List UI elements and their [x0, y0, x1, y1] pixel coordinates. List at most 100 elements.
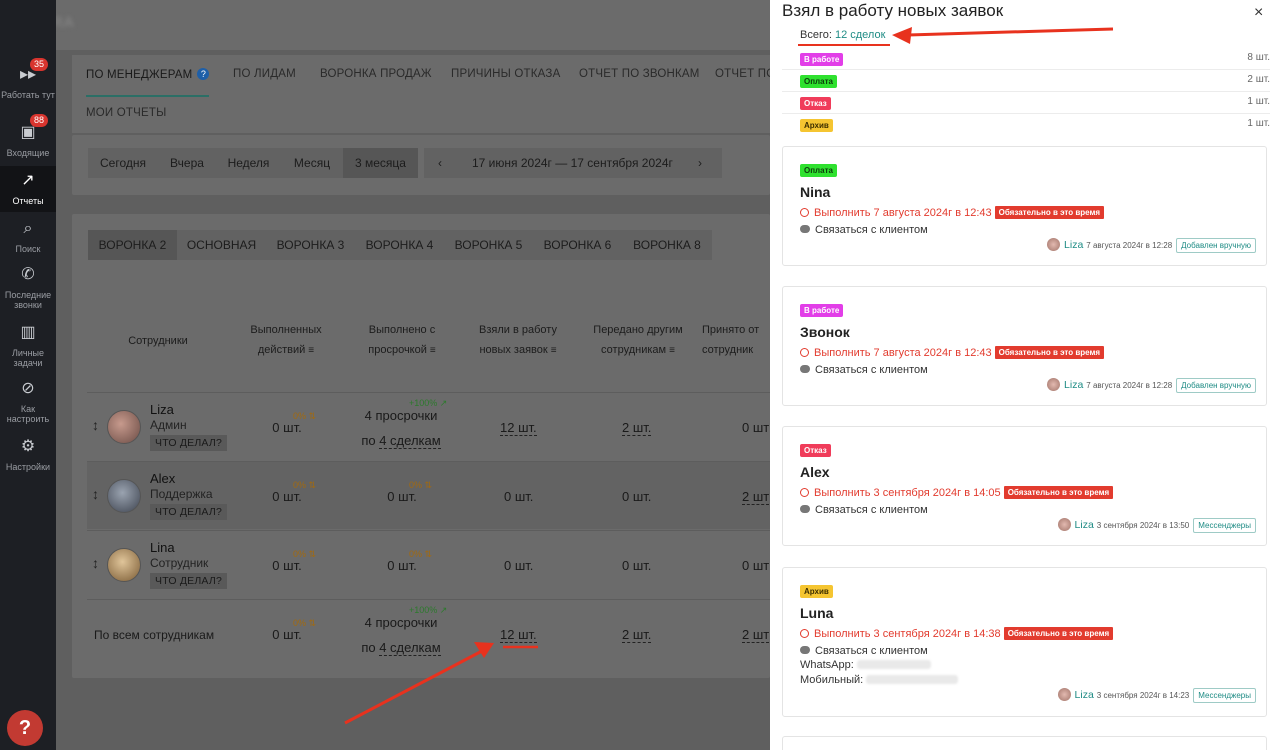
period-week[interactable]: Неделя: [216, 148, 281, 178]
status-count: 8 шт.: [1247, 52, 1270, 63]
funnel-tab-6[interactable]: ВОРОНКА 6: [533, 230, 622, 260]
period-yesterday[interactable]: Вчера: [158, 148, 216, 178]
overdue-deals-link[interactable]: 4 сделкам: [379, 433, 441, 449]
status-summary-row: Оплата 2 шт.: [782, 70, 1270, 92]
filter-icon[interactable]: ≡: [669, 341, 675, 361]
author-name[interactable]: Liza: [1075, 519, 1094, 531]
tab-by-managers[interactable]: ПО МЕНЕДЖЕРАМ?: [86, 68, 210, 97]
funnel-tab-5[interactable]: ВОРОНКА 5: [444, 230, 533, 260]
deal-task: Связаться с клиентом: [800, 364, 928, 376]
header-passed[interactable]: Передано другим сотрудникам ≡: [582, 320, 694, 361]
header-line: Взяли в работу: [479, 324, 557, 336]
deal-name[interactable]: Alex: [800, 464, 830, 480]
table-row: ↕ Lina Сотрудник ЧТО ДЕЛАЛ? 0% ⇅ 0 шт. 0…: [87, 530, 770, 598]
status-badge: Оплата: [800, 75, 837, 88]
created-date: 7 августа 2024г в 12:28: [1086, 381, 1173, 390]
tab-by-leads[interactable]: ПО ЛИДАМ: [233, 68, 296, 80]
taken-count[interactable]: 12 шт.: [500, 420, 537, 436]
funnel-tab-2[interactable]: ВОРОНКА 2: [88, 230, 177, 260]
deal-name[interactable]: Luna: [800, 605, 833, 621]
employee-role: Поддержка: [150, 487, 213, 501]
deal-card[interactable]: [782, 736, 1267, 750]
sidebar-item-inbox[interactable]: ▣ 88 Входящие: [0, 114, 56, 164]
accepted-count[interactable]: 2 шт: [742, 489, 770, 505]
clock-icon: [800, 488, 809, 497]
deal-card[interactable]: Отказ Alex Выполнить 3 сентября 2024г в …: [782, 426, 1267, 546]
deal-name[interactable]: Nina: [800, 184, 830, 200]
header-taken[interactable]: Взяли в работу новых заявок ≡: [462, 320, 574, 361]
period-month[interactable]: Месяц: [281, 148, 343, 178]
funnel-tab-4[interactable]: ВОРОНКА 4: [355, 230, 444, 260]
close-icon[interactable]: ×: [1254, 4, 1263, 22]
deal-due: Выполнить 7 августа 2024г в 12:43 Обязате…: [800, 206, 1105, 219]
tab-sales-funnel[interactable]: ВОРОНКА ПРОДАЖ: [320, 68, 432, 80]
drag-handle-icon[interactable]: ↕: [92, 486, 99, 502]
filter-icon[interactable]: ≡: [308, 341, 314, 361]
date-range-text[interactable]: 17 июня 2024г — 17 сентября 2024г: [472, 148, 673, 178]
header-line: Выполнено с: [368, 324, 436, 336]
overdue-count: 4 просрочки: [364, 615, 438, 630]
prev-period-icon[interactable]: ‹: [438, 148, 442, 178]
what-did-button[interactable]: ЧТО ДЕЛАЛ?: [150, 573, 227, 589]
sidebar-item-label: Личные задачи: [11, 348, 45, 368]
overdue-deals[interactable]: по 4 сделкам: [349, 640, 453, 656]
funnel-tab-3[interactable]: ВОРОНКА 3: [266, 230, 355, 260]
deal-card[interactable]: Архив Luna Выполнить 3 сентября 2024г в …: [782, 567, 1267, 717]
source-badge: Добавлен вручную: [1176, 378, 1256, 393]
status-badge: Архив: [800, 585, 833, 598]
due-text: Выполнить 7 августа 2024г в 12:43: [814, 347, 992, 359]
sidebar-item-howto[interactable]: ⊘ Как настроить: [0, 376, 56, 432]
filter-icon[interactable]: ≡: [551, 341, 557, 361]
author-name[interactable]: Liza: [1064, 379, 1083, 391]
help-button[interactable]: ?: [7, 710, 43, 746]
sidebar-item-calls[interactable]: ✆ Последние звонки: [0, 262, 56, 318]
total-deals-link[interactable]: 12 сделок: [835, 29, 885, 41]
accepted-count[interactable]: 2 шт: [742, 627, 770, 643]
deal-card[interactable]: В работе Звонок Выполнить 7 августа 2024…: [782, 286, 1267, 406]
period-3-months[interactable]: 3 месяца: [343, 148, 418, 178]
passed-count[interactable]: 2 шт.: [622, 627, 652, 643]
tab-my-reports[interactable]: МОИ ОТЧЕТЫ: [86, 107, 167, 119]
filter-icon[interactable]: ≡: [430, 341, 436, 361]
overdue-deals-link[interactable]: 4 сделкам: [379, 640, 441, 656]
question-icon[interactable]: ?: [197, 68, 210, 80]
next-period-icon[interactable]: ›: [698, 148, 702, 178]
sidebar-item-settings[interactable]: ⚙ Настройки: [0, 434, 56, 480]
funnel-tab-8[interactable]: ВОРОНКА 8: [622, 230, 712, 260]
created-date: 7 августа 2024г в 12:28: [1086, 241, 1173, 250]
drag-handle-icon[interactable]: ↕: [92, 417, 99, 433]
deal-name[interactable]: Звонок: [800, 324, 850, 340]
author-name[interactable]: Liza: [1064, 239, 1083, 251]
deal-card[interactable]: Оплата Nina Выполнить 7 августа 2024г в …: [782, 146, 1267, 266]
author-name[interactable]: Liza: [1075, 689, 1094, 701]
header-overdue[interactable]: Выполнено с просрочкой ≡: [346, 320, 458, 361]
sidebar-item-reports[interactable]: ↗ Отчеты: [0, 166, 56, 212]
accepted-count: 0 шт: [742, 558, 770, 573]
sidebar-item-work[interactable]: ▸▸ 35 Работать тут: [0, 58, 56, 112]
done-count: 0 шт.: [272, 489, 302, 504]
deal-meta: Liza 7 августа 2024г в 12:28 Добавлен вруч…: [1047, 378, 1256, 393]
what-did-button[interactable]: ЧТО ДЕЛАЛ?: [150, 504, 227, 520]
passed-count[interactable]: 2 шт.: [622, 420, 652, 436]
work-badge: 35: [29, 58, 48, 71]
employee-name: Liza: [150, 402, 174, 417]
drag-handle-icon[interactable]: ↕: [92, 555, 99, 571]
header-line: действий: [257, 344, 306, 356]
sidebar-item-tasks[interactable]: ▥ Личные задачи: [0, 320, 56, 370]
tab-report-more[interactable]: ОТЧЕТ ПО: [715, 68, 770, 80]
funnel-tab-main[interactable]: ОСНОВНАЯ: [177, 230, 266, 260]
header-done[interactable]: Выполненных действий ≡: [230, 320, 342, 361]
sidebar-item-search[interactable]: ⌕ Поиск: [0, 214, 56, 260]
period-today[interactable]: Сегодня: [88, 148, 158, 178]
taken-count[interactable]: 12 шт.: [500, 627, 537, 643]
header-accepted[interactable]: Принято от сотрудник: [702, 320, 770, 360]
table-total-row: По всем сотрудникам 0% ⇅ 0 шт. +100% ↗ 4…: [87, 599, 770, 667]
done-count: 0 шт.: [272, 420, 302, 435]
avatar: [1057, 518, 1071, 531]
tab-calls-report[interactable]: ОТЧЕТ ПО ЗВОНКАМ: [579, 68, 700, 80]
deal-due: Выполнить 3 сентября 2024г в 14:05 Обязат…: [800, 486, 1114, 499]
header-line: просрочкой: [368, 344, 427, 356]
overdue-deals[interactable]: по 4 сделкам: [349, 433, 453, 449]
tab-refusal-reasons[interactable]: ПРИЧИНЫ ОТКАЗА: [451, 68, 560, 80]
what-did-button[interactable]: ЧТО ДЕЛАЛ?: [150, 435, 227, 451]
